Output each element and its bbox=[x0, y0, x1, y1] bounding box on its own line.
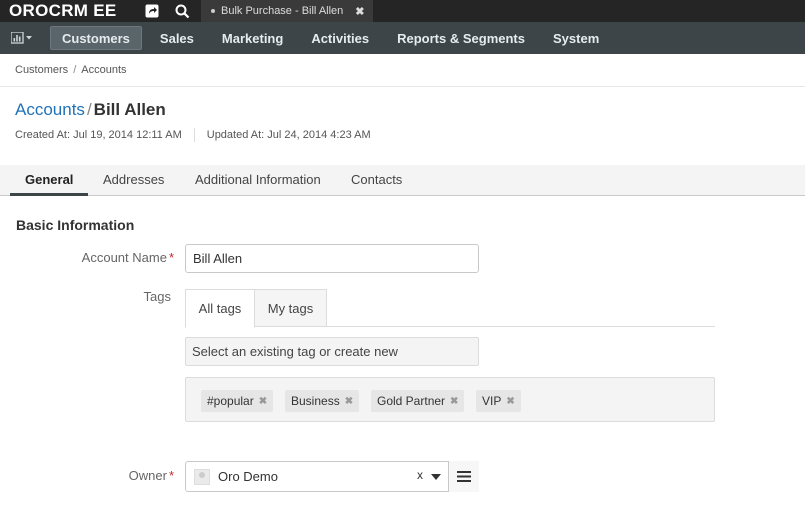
menu-activities[interactable]: Activities bbox=[297, 26, 383, 50]
accounts-link[interactable]: Accounts bbox=[15, 100, 85, 119]
tab-contacts[interactable]: Contacts bbox=[351, 172, 402, 187]
tab-all-tags[interactable]: All tags bbox=[185, 289, 255, 328]
breadcrumb-customers[interactable]: Customers bbox=[15, 64, 68, 76]
tags-tab-strip: All tags My tags bbox=[185, 289, 715, 328]
owner-label: Owner * bbox=[128, 468, 174, 483]
tab-addresses[interactable]: Addresses bbox=[103, 172, 164, 187]
menu-customers[interactable]: Customers bbox=[50, 26, 142, 50]
share-icon[interactable] bbox=[137, 0, 167, 22]
menu-system[interactable]: System bbox=[539, 26, 613, 50]
pinned-tab[interactable]: Bulk Purchase - Bill Allen ✖ bbox=[201, 0, 373, 22]
owner-value: Oro Demo bbox=[218, 469, 278, 484]
tag-search-input[interactable]: Select an existing tag or create new bbox=[185, 337, 479, 366]
remove-tag-icon[interactable]: ✖ bbox=[345, 396, 353, 407]
meta-divider bbox=[193, 128, 195, 142]
breadcrumb-separator: / bbox=[73, 64, 77, 76]
tab-additional-information[interactable]: Additional Information bbox=[195, 172, 321, 187]
menu-sales[interactable]: Sales bbox=[146, 26, 208, 50]
updated-at: Updated At: Jul 24, 2014 4:23 AM bbox=[206, 129, 371, 141]
account-name-input[interactable]: Bill Allen bbox=[185, 244, 479, 273]
tag-business: Business ✖ bbox=[285, 390, 360, 412]
basic-information-heading: Basic Information bbox=[16, 217, 135, 233]
owner-list-button[interactable] bbox=[448, 461, 479, 492]
tags-label: Tags bbox=[143, 289, 171, 304]
tab-dot-icon bbox=[211, 9, 215, 13]
top-bar: OROCRM EE Bulk Purchase - Bill Allen ✖ bbox=[0, 0, 805, 22]
pinned-tab-label: Bulk Purchase - Bill Allen bbox=[221, 5, 344, 17]
created-at: Created At: Jul 19, 2014 12:11 AM bbox=[15, 129, 182, 141]
required-marker: * bbox=[168, 468, 174, 483]
user-avatar-icon bbox=[194, 469, 210, 485]
account-name-heading: Bill Allen bbox=[93, 100, 166, 119]
account-name-label: Account Name * bbox=[81, 250, 174, 265]
chevron-down-icon[interactable] bbox=[431, 474, 441, 480]
tab-general[interactable]: General bbox=[25, 172, 73, 187]
close-tab-icon[interactable]: ✖ bbox=[355, 5, 364, 18]
tag-gold-partner: Gold Partner ✖ bbox=[371, 390, 465, 412]
remove-tag-icon[interactable]: ✖ bbox=[450, 396, 458, 407]
menu-marketing[interactable]: Marketing bbox=[208, 26, 297, 50]
required-marker: * bbox=[168, 250, 174, 265]
section-tabs: General Addresses Additional Information… bbox=[0, 165, 805, 196]
search-icon[interactable] bbox=[167, 0, 197, 22]
selected-tags: #popular ✖ Business ✖ Gold Partner ✖ VIP ✖ bbox=[185, 377, 715, 422]
owner-select[interactable]: Oro Demo x bbox=[185, 461, 479, 492]
menu-reports-segments[interactable]: Reports & Segments bbox=[383, 26, 539, 50]
clear-owner-icon[interactable]: x bbox=[417, 468, 423, 482]
main-menu: Customers Sales Marketing Activities Rep… bbox=[0, 22, 805, 54]
record-meta: Created At: Jul 19, 2014 12:11 AM Update… bbox=[15, 128, 371, 142]
remove-tag-icon[interactable]: ✖ bbox=[259, 396, 267, 407]
dashboard-menu-button[interactable] bbox=[0, 22, 44, 54]
page-title: Accounts / Bill Allen bbox=[15, 100, 166, 120]
tab-my-tags[interactable]: My tags bbox=[255, 289, 327, 327]
title-separator: / bbox=[86, 100, 92, 119]
active-tab-indicator bbox=[10, 193, 88, 196]
remove-tag-icon[interactable]: ✖ bbox=[506, 396, 514, 407]
tag-vip: VIP ✖ bbox=[476, 390, 521, 412]
app-logo[interactable]: OROCRM EE bbox=[0, 1, 137, 21]
breadcrumb-accounts[interactable]: Accounts bbox=[81, 64, 126, 76]
hamburger-icon bbox=[457, 471, 471, 482]
breadcrumb: Customers / Accounts bbox=[0, 54, 805, 87]
tag-popular: #popular ✖ bbox=[201, 390, 274, 412]
